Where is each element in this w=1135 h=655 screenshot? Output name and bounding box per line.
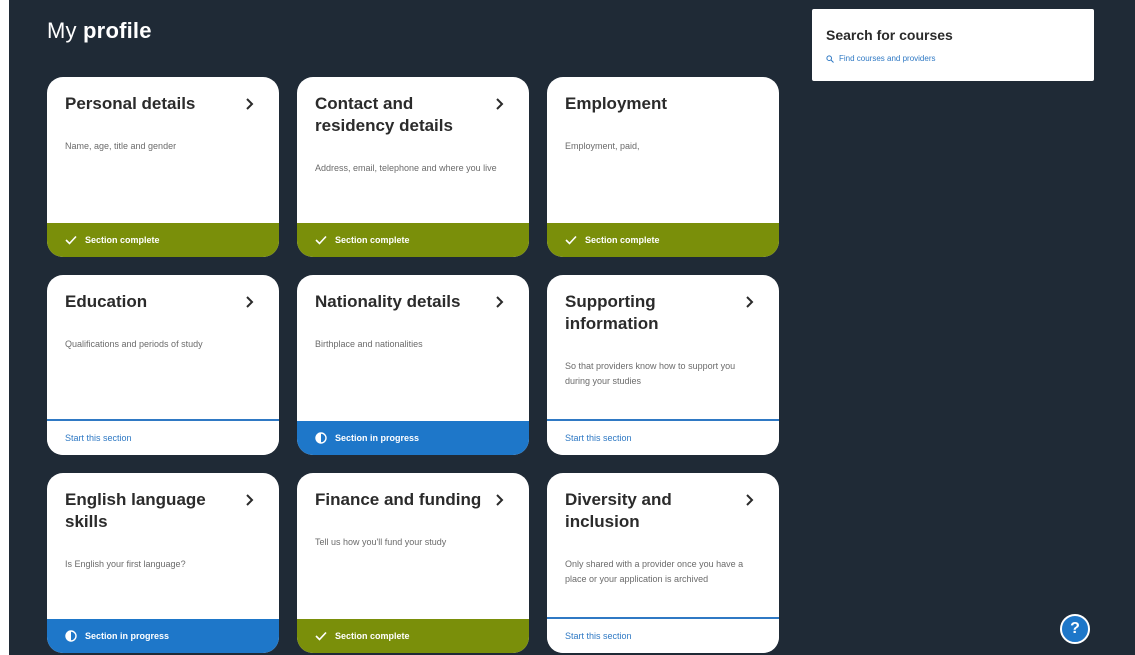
chevron-right-icon: [496, 98, 504, 110]
card-education[interactable]: Education Qualifications and periods of …: [47, 275, 279, 455]
half-circle-icon: [65, 630, 77, 642]
check-icon: [315, 235, 327, 245]
status-complete: Section complete: [297, 619, 529, 653]
status-label: Start this section: [65, 433, 132, 443]
status-label: Section complete: [585, 235, 660, 245]
card-description: Employment, paid,: [565, 141, 640, 151]
card-title: Education: [65, 292, 148, 311]
half-circle-icon: [315, 432, 327, 444]
card-title: Diversity and inclusion: [565, 490, 672, 531]
card-title: Employment: [565, 94, 668, 113]
card-description: Is English your first language?: [65, 559, 186, 569]
card-title: English language skills: [65, 490, 206, 531]
card-description: Birthplace and nationalities: [315, 339, 423, 349]
chevron-right-icon: [246, 296, 254, 308]
card-title: Personal details: [65, 94, 196, 113]
card-description: So that providers know how to support yo…: [565, 361, 736, 386]
search-for-courses-panel: Search for courses Find courses and prov…: [812, 9, 1094, 81]
page-title-prefix: My: [47, 18, 77, 43]
card-employment[interactable]: Employment Employment, paid, Section com…: [547, 77, 779, 257]
check-icon: [565, 235, 577, 245]
search-title: Search for courses: [826, 27, 953, 43]
card-description: Only shared with a provider once you hav…: [565, 559, 744, 584]
status-complete: Section complete: [47, 223, 279, 257]
status-label: Section in progress: [85, 631, 170, 641]
status-complete: Section complete: [297, 223, 529, 257]
card-diversity-and-inclusion[interactable]: Diversity and inclusion Only shared with…: [547, 473, 779, 653]
status-label: Start this section: [565, 433, 632, 443]
chevron-right-icon: [746, 494, 754, 506]
card-description: Name, age, title and gender: [65, 141, 177, 151]
card-title: Contact and residency details: [315, 94, 453, 135]
card-contact-and-residency-details[interactable]: Contact and residency details Address, e…: [297, 77, 529, 257]
chevron-right-icon: [246, 98, 254, 110]
chevron-right-icon: [496, 296, 504, 308]
chevron-right-icon: [246, 494, 254, 506]
card-description: Address, email, telephone and where you …: [315, 163, 497, 173]
status-label: Section complete: [85, 235, 160, 245]
chevron-right-icon: [496, 494, 504, 506]
start-section-link[interactable]: Start this section: [547, 617, 779, 653]
card-personal-details[interactable]: Personal details Name, age, title and ge…: [47, 77, 279, 257]
card-finance-and-funding[interactable]: Finance and funding Tell us how you'll f…: [297, 473, 529, 653]
help-icon: ?: [1070, 620, 1080, 637]
check-icon: [65, 235, 77, 245]
status-label: Start this section: [565, 631, 632, 641]
card-english-language-skills[interactable]: English language skills Is English your …: [47, 473, 279, 653]
chevron-right-icon: [746, 296, 754, 308]
search-icon: [826, 54, 834, 63]
find-courses-link-label: Find courses and providers: [839, 54, 936, 63]
help-button[interactable]: ?: [1060, 614, 1090, 644]
card-nationality-details[interactable]: Nationality details Birthplace and natio…: [297, 275, 529, 455]
status-complete: Section complete: [547, 223, 779, 257]
page-title: My profile: [47, 18, 152, 44]
check-icon: [315, 631, 327, 641]
profile-page: My profile Personal details Name, age, t…: [9, 0, 1135, 655]
card-title: Finance and funding: [315, 490, 482, 509]
card-title: Nationality details: [315, 292, 461, 311]
status-in-progress: Section in progress: [297, 421, 529, 455]
page-title-bold: profile: [83, 18, 152, 43]
card-description: Qualifications and periods of study: [65, 339, 203, 349]
find-courses-link[interactable]: Find courses and providers: [826, 54, 936, 63]
card-description: Tell us how you'll fund your study: [315, 537, 447, 547]
status-in-progress: Section in progress: [47, 619, 279, 653]
card-supporting-information[interactable]: Supporting information So that providers…: [547, 275, 779, 455]
status-label: Section complete: [335, 235, 410, 245]
status-label: Section in progress: [335, 433, 420, 443]
start-section-link[interactable]: Start this section: [47, 419, 279, 455]
start-section-link[interactable]: Start this section: [547, 419, 779, 455]
card-title: Supporting information: [565, 292, 659, 333]
status-label: Section complete: [335, 631, 410, 641]
